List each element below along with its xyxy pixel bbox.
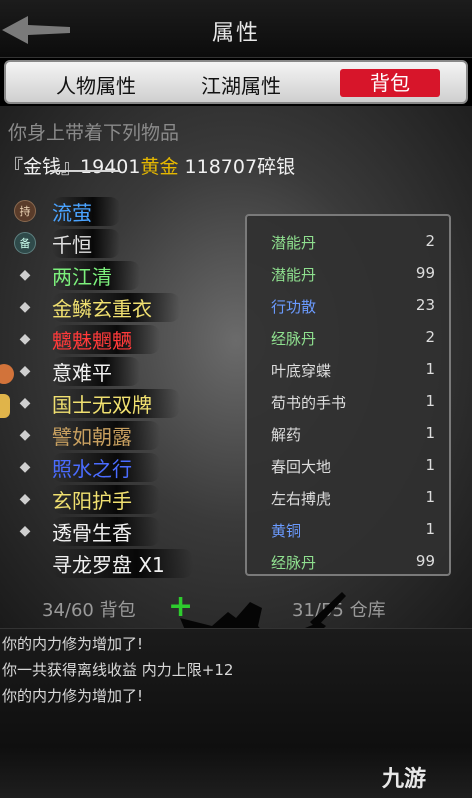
list-item[interactable]: ◆ 透骨生香: [14, 516, 244, 546]
storage-item-name: 经脉丹: [271, 330, 317, 348]
storage-row[interactable]: 经脉丹 2: [247, 324, 449, 352]
diamond-icon: ◆: [19, 459, 31, 475]
silver-amount: 118707: [184, 156, 258, 178]
list-item[interactable]: 寻龙罗盘 X1: [14, 548, 244, 578]
message-log: 你的内力修为增加了! 你一共获得离线收益 内力上限+12 你的内力修为增加了! …: [0, 628, 472, 798]
diamond-icon: ◆: [19, 331, 31, 347]
side-orb-icon[interactable]: [0, 364, 14, 384]
storage-item-qty: 1: [425, 520, 435, 538]
list-item[interactable]: ◆ 金鳞玄重衣: [14, 292, 244, 322]
item-name: 玄阳护手: [52, 484, 160, 514]
diamond-icon: ◆: [19, 523, 31, 539]
no-bullet: [14, 552, 36, 574]
item-name: 国士无双牌: [52, 388, 180, 418]
storage-item-name: 行功散: [271, 298, 317, 316]
log-line: 你的内力修为增加了!: [2, 635, 144, 653]
gold-label: 黄金: [140, 156, 179, 178]
storage-item-qty: 2: [425, 328, 435, 346]
storage-item-name: 潜能丹: [271, 266, 317, 284]
tab-bar: 人物属性 江湖属性 背包: [4, 60, 468, 104]
storage-item-qty: 23: [415, 296, 435, 314]
item-name: 魑魅魍魉: [52, 324, 160, 354]
item-name: 两江清: [52, 260, 140, 290]
storage-row[interactable]: 春回大地 1: [247, 452, 449, 480]
storage-item-name: 黄铜: [271, 522, 302, 540]
tab-backpack[interactable]: 背包: [340, 69, 440, 97]
storage-item-qty: 1: [425, 424, 435, 442]
diamond-icon: ◆: [19, 267, 31, 283]
storage-item-qty: 1: [425, 488, 435, 506]
storage-row[interactable]: 行功散 23: [247, 292, 449, 320]
storage-item-qty: 99: [415, 264, 435, 282]
storage-item-qty: 1: [425, 360, 435, 378]
inventory-subtitle: 你身上带着下列物品: [8, 122, 180, 144]
list-item[interactable]: ◆ 玄阳护手: [14, 484, 244, 514]
list-item[interactable]: ◆ 魑魅魍魉: [14, 324, 244, 354]
side-tag-icon[interactable]: [0, 394, 10, 418]
page-title: 属性: [211, 21, 260, 46]
list-item[interactable]: 持 流萤: [14, 196, 244, 226]
storage-item-name: 春回大地: [271, 458, 332, 476]
storage-item-name: 经脉丹: [271, 554, 317, 572]
watermark-logo: 九游: [382, 767, 427, 792]
list-item[interactable]: ◆ 两江清: [14, 260, 244, 290]
list-item[interactable]: ◆ 照水之行: [14, 452, 244, 482]
storage-row[interactable]: 左右搏虎 1: [247, 484, 449, 512]
item-name: 意难平: [52, 356, 140, 386]
storage-row[interactable]: 黄铜 1: [247, 516, 449, 544]
item-name: 譬如朝露: [52, 420, 160, 450]
item-name: 流萤: [52, 196, 120, 226]
storage-item-qty: 2: [425, 232, 435, 250]
silver-label: 碎银: [257, 156, 296, 178]
title-bar: 属性: [0, 0, 472, 58]
backpack-view: 你身上带着下列物品 『金钱』19401黄金 118707碎银 ▔▔▔▔▔ 持 流…: [0, 106, 472, 628]
storage-item-name: 叶底穿蝶: [271, 362, 332, 380]
money-display: 『金钱』19401黄金 118707碎银: [4, 152, 295, 179]
storage-item-name: 荀书的手书: [271, 394, 347, 412]
diamond-icon: ◆: [19, 395, 31, 411]
storage-item-name: 解药: [271, 426, 302, 444]
clipped-item-fragment: ▔▔▔▔▔: [50, 170, 120, 184]
tab-jianghu[interactable]: 江湖属性: [186, 70, 296, 99]
list-item[interactable]: ◆ 国士无双牌: [14, 388, 244, 418]
diamond-icon: ◆: [19, 299, 31, 315]
storage-panel: 潜能丹 2 潜能丹 99 行功散 23 经脉丹 2 叶底穿蝶 1 荀书的手书 1…: [245, 214, 451, 576]
storage-item-name: 潜能丹: [271, 234, 317, 252]
storage-row[interactable]: 叶底穿蝶 1: [247, 356, 449, 384]
tab-character[interactable]: 人物属性: [34, 70, 158, 99]
log-line: 你的内力修为增加了!: [2, 687, 144, 705]
storage-item-name: 左右搏虎: [271, 490, 332, 508]
item-name: 千恒: [52, 228, 120, 258]
prepared-badge: 备: [14, 232, 36, 254]
diamond-icon: ◆: [19, 427, 31, 443]
storage-row[interactable]: 解药 1: [247, 420, 449, 448]
item-name: 寻龙罗盘 X1: [52, 548, 193, 578]
storage-row[interactable]: 潜能丹 2: [247, 228, 449, 256]
log-line: 你一共获得离线收益 内力上限+12: [2, 661, 234, 679]
bag-capacity: 34/60 背包: [42, 600, 136, 621]
list-item[interactable]: ◆ 譬如朝露: [14, 420, 244, 450]
diamond-icon: ◆: [19, 363, 31, 379]
item-name: 照水之行: [52, 452, 160, 482]
storage-row[interactable]: 潜能丹 99: [247, 260, 449, 288]
equipped-badge: 持: [14, 200, 36, 222]
storage-item-qty: 1: [425, 456, 435, 474]
storage-item-qty: 1: [425, 392, 435, 410]
item-name: 透骨生香: [52, 516, 160, 546]
list-item[interactable]: 备 千恒: [14, 228, 244, 258]
storage-item-qty: 99: [415, 552, 435, 570]
storage-row[interactable]: 荀书的手书 1: [247, 388, 449, 416]
diamond-icon: ◆: [19, 491, 31, 507]
item-name: 金鳞玄重衣: [52, 292, 180, 322]
storage-row[interactable]: 经脉丹 99: [247, 548, 449, 576]
list-item[interactable]: ◆ 意难平: [14, 356, 244, 386]
